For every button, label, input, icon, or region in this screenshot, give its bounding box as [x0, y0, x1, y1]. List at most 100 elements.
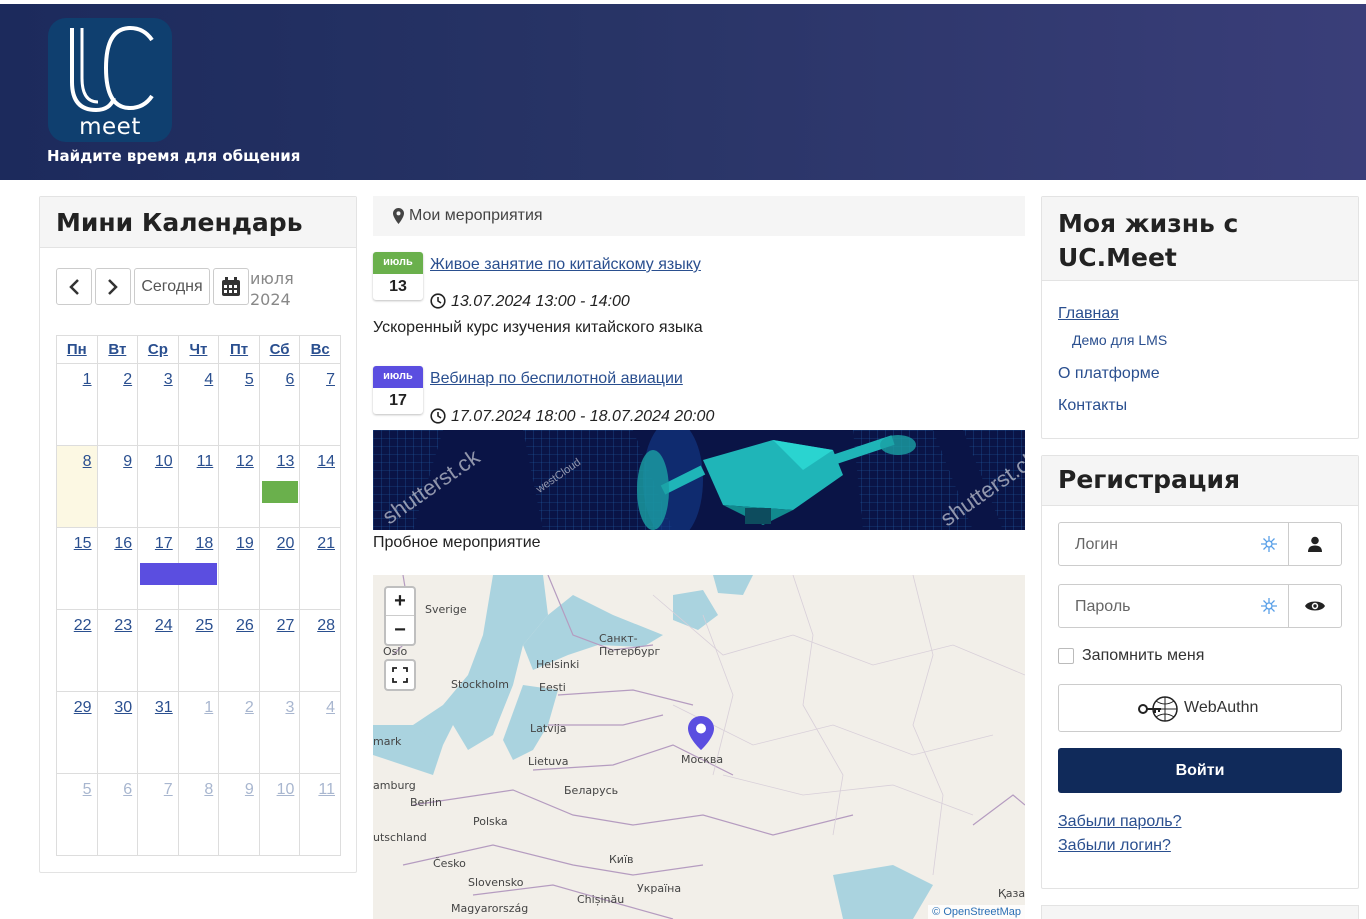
weekday-header[interactable]: Вс — [299, 335, 341, 364]
map-label: utschland — [373, 831, 427, 844]
calendar-day[interactable]: 17 — [137, 527, 218, 610]
map-marker-icon — [393, 208, 404, 224]
today-button[interactable]: Сегодня — [134, 268, 210, 305]
calendar-day[interactable]: 30 — [96, 691, 139, 774]
nav-home-link[interactable]: Главная — [1058, 305, 1119, 323]
calendar-day[interactable]: 28 — [299, 609, 341, 692]
calendar-day[interactable]: 13 — [258, 445, 301, 528]
event-date-badge: июль 17 — [373, 366, 423, 414]
show-password-button[interactable] — [1288, 585, 1341, 627]
weekday-header[interactable]: Вт — [96, 335, 139, 364]
event-bar-webinar[interactable] — [140, 563, 218, 585]
login-submit-button[interactable]: Войти — [1058, 748, 1342, 793]
calendar-day[interactable]: 9 — [96, 445, 139, 528]
event-location-marker-icon[interactable] — [688, 716, 714, 750]
map-label: Berlin — [410, 796, 442, 809]
calendar-day-other-month[interactable]: 3 — [258, 691, 301, 774]
calendar-day-other-month[interactable]: 11 — [299, 773, 341, 856]
my-life-title: Моя жизнь с UC.Meet — [1042, 197, 1358, 281]
weekday-header[interactable]: Ср — [137, 335, 179, 364]
prev-month-button[interactable] — [56, 268, 92, 305]
calendar-day-other-month[interactable]: 8 — [177, 773, 220, 856]
map-label: Chișinău — [577, 893, 625, 906]
forgot-password-link[interactable]: Забыли пароль? — [1058, 813, 1182, 831]
remember-me-label[interactable]: Запомнить меня — [1082, 647, 1204, 665]
calendar-day[interactable]: 3 — [137, 363, 179, 446]
event-title-link[interactable]: Живое занятие по китайскому языку — [430, 256, 701, 274]
registration-title: Регистрация — [1042, 456, 1358, 506]
calendar-day[interactable]: 19 — [218, 527, 260, 610]
calendar-day[interactable]: 6 — [258, 363, 301, 446]
event-banner-image[interactable]: shutterst.ck westCloud shutterst.ck — [373, 430, 1025, 530]
remember-me-checkbox[interactable] — [1058, 648, 1074, 664]
calendar-day[interactable]: 10 — [137, 445, 179, 528]
login-field[interactable]: Логин — [1058, 522, 1342, 566]
weekday-header[interactable]: Чт — [177, 335, 220, 364]
calendar-day[interactable]: 11 — [177, 445, 220, 528]
map-attribution-link[interactable]: © OpenStreetMap — [928, 905, 1025, 919]
event-title-link[interactable]: Вебинар по беспилотной авиации — [430, 370, 683, 388]
calendar-day[interactable]: 24 — [137, 609, 179, 692]
calendar-day-other-month[interactable]: 4 — [299, 691, 341, 774]
calendar-day-other-month[interactable]: 2 — [218, 691, 260, 774]
eye-icon — [1305, 601, 1325, 611]
autofill-sparkle-icon[interactable] — [1261, 598, 1277, 614]
webauthn-button[interactable]: WebAuthn — [1058, 684, 1342, 732]
uc-meet-logo[interactable]: meet — [48, 18, 172, 142]
calendar-day[interactable]: 26 — [218, 609, 260, 692]
event-bar-chinese[interactable] — [261, 481, 298, 503]
calendar-day-other-month[interactable]: 6 — [96, 773, 139, 856]
calendar-day[interactable]: 5 — [218, 363, 260, 446]
calendar-day[interactable]: 31 — [137, 691, 179, 774]
calendar-day[interactable]: 22 — [56, 609, 98, 692]
calendar-day[interactable]: 4 — [177, 363, 220, 446]
forgot-login-link[interactable]: Забыли логин? — [1058, 837, 1171, 855]
map-label: Санкт-Петербург — [599, 632, 661, 658]
map-label: Київ — [609, 853, 634, 866]
calendar-day[interactable]: 7 — [299, 363, 341, 446]
calendar-day[interactable]: 29 — [56, 691, 98, 774]
zoom-in-button[interactable]: + — [386, 588, 414, 616]
map-label: Magyarország — [451, 902, 529, 915]
zoom-out-button[interactable]: − — [386, 616, 414, 644]
calendar-icon — [222, 276, 240, 296]
calendar-day-other-month[interactable]: 1 — [177, 691, 220, 774]
map-label: Česko — [433, 857, 466, 870]
next-month-button[interactable] — [95, 268, 131, 305]
calendar-day[interactable]: 15 — [56, 527, 98, 610]
calendar-day[interactable]: 2 — [96, 363, 139, 446]
weekday-header[interactable]: Пн — [56, 335, 98, 364]
calendar-day-other-month[interactable]: 5 — [56, 773, 98, 856]
weekday-header[interactable]: Сб — [258, 335, 301, 364]
calendar-day[interactable]: 20 — [258, 527, 301, 610]
nav-demo-lms-link[interactable]: Демо для LMS — [1072, 332, 1167, 348]
autofill-sparkle-icon[interactable] — [1261, 536, 1277, 552]
chevron-right-icon — [108, 278, 118, 295]
map-zoom-control: + − — [384, 586, 416, 646]
calendar-day-other-month[interactable]: 10 — [258, 773, 301, 856]
calendar-picker-button[interactable] — [213, 268, 249, 305]
events-map[interactable]: Sverige Санкт-Петербург Oslo Helsinki St… — [373, 575, 1025, 919]
calendar-day[interactable]: 12 — [218, 445, 260, 528]
calendar-day[interactable]: 16 — [96, 527, 139, 610]
calendar-day[interactable]: 23 — [96, 609, 139, 692]
calendar-day[interactable]: 25 — [177, 609, 220, 692]
weekday-header[interactable]: Пт — [218, 335, 260, 364]
calendar-day[interactable]: 1 — [56, 363, 98, 446]
nav-contacts-link[interactable]: Контакты — [1058, 397, 1127, 415]
map-label: Latvija — [530, 722, 567, 735]
calendar-day-other-month[interactable]: 9 — [218, 773, 260, 856]
nav-about-link[interactable]: О платформе — [1058, 365, 1160, 383]
password-field[interactable]: Пароль — [1058, 584, 1342, 628]
calendar-day-today[interactable]: 8 — [56, 445, 98, 528]
event-time: 17.07.2024 18:00 - 18.07.2024 20:00 — [451, 408, 715, 425]
calendar-day-other-month[interactable]: 7 — [137, 773, 179, 856]
mini-calendar-title: Мини Календарь — [40, 197, 356, 248]
map-label: Stockholm — [451, 678, 509, 691]
tagline: Найдите время для общения — [47, 147, 301, 165]
calendar-day[interactable]: 21 — [299, 527, 341, 610]
fullscreen-button[interactable] — [386, 661, 414, 689]
calendar-day[interactable]: 27 — [258, 609, 301, 692]
map-label: Москва — [681, 753, 724, 766]
calendar-day[interactable]: 14 — [299, 445, 341, 528]
